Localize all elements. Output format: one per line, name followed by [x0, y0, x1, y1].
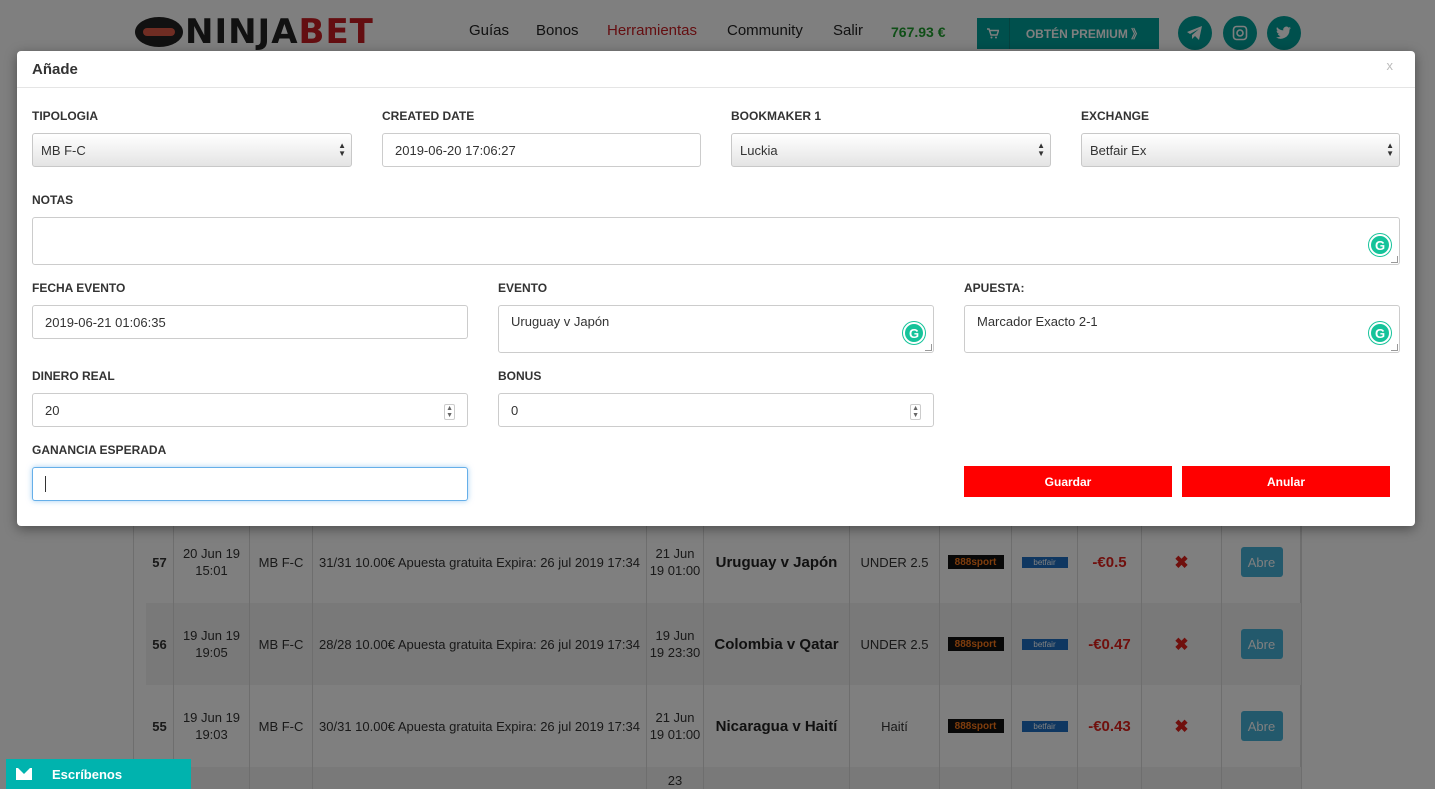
envelope-icon	[16, 768, 32, 780]
select-arrows-icon: ▲ ▼	[1037, 141, 1045, 158]
apuesta-label: APUESTA:	[964, 281, 1025, 295]
spinner-icon[interactable]: ▲ ▼	[910, 404, 921, 420]
grammarly-icon[interactable]: G	[1369, 234, 1391, 256]
spinner-icon[interactable]: ▲ ▼	[444, 404, 455, 420]
select-arrows-icon: ▲ ▼	[338, 141, 346, 158]
evento-label: EVENTO	[498, 281, 548, 295]
notas-label: NOTAS	[32, 193, 74, 207]
created-date-label: CREATED DATE	[382, 109, 475, 123]
tipologia-select[interactable]: MB F-C ▲ ▼	[32, 133, 352, 167]
text-caret	[45, 476, 46, 492]
bookmaker1-label: BOOKMAKER 1	[731, 109, 822, 123]
apuesta-value: Marcador Exacto 2-1	[977, 314, 1098, 329]
grammarly-icon[interactable]: G	[1369, 322, 1391, 344]
evento-value: Uruguay v Japón	[511, 314, 610, 329]
grammarly-icon[interactable]: G	[903, 322, 925, 344]
select-arrows-icon: ▲ ▼	[1386, 141, 1394, 158]
bonus-label: BONUS	[498, 369, 542, 383]
exchange-value: Betfair Ex	[1090, 142, 1147, 158]
tipologia-value: MB F-C	[41, 142, 86, 158]
save-button[interactable]: Guardar	[964, 466, 1172, 497]
created-date-value: 2019-06-20 17:06:27	[395, 142, 516, 158]
bonus-input[interactable]: 0 ▲ ▼	[498, 393, 934, 427]
add-modal: Añade x TIPOLOGIA MB F-C ▲ ▼ CREATED DATE…	[17, 51, 1415, 526]
close-icon[interactable]: x	[1387, 58, 1394, 73]
dinero-real-input[interactable]: 20 ▲ ▼	[32, 393, 468, 427]
exchange-label: EXCHANGE	[1081, 109, 1150, 123]
bonus-value: 0	[511, 402, 519, 418]
created-date-input[interactable]: 2019-06-20 17:06:27	[382, 133, 701, 167]
cancel-button[interactable]: Anular	[1182, 466, 1390, 497]
dinero-real-label: DINERO REAL	[32, 369, 115, 383]
fecha-evento-label: FECHA EVENTO	[32, 281, 126, 295]
chat-label: Escríbenos	[52, 766, 123, 782]
ganancia-input[interactable]	[32, 467, 468, 501]
dinero-real-value: 20	[45, 402, 60, 418]
apuesta-textarea[interactable]: Marcador Exacto 2-1 G	[964, 305, 1400, 353]
notas-textarea[interactable]: G	[32, 217, 1400, 265]
resize-handle-icon[interactable]	[1391, 344, 1398, 351]
bookmaker1-value: Luckia	[740, 142, 778, 158]
resize-handle-icon[interactable]	[1391, 256, 1398, 263]
chat-widget[interactable]: Escríbenos	[6, 759, 191, 789]
modal-title: Añade	[32, 61, 78, 78]
bookmaker1-select[interactable]: Luckia ▲ ▼	[731, 133, 1051, 167]
resize-handle-icon[interactable]	[925, 344, 932, 351]
evento-textarea[interactable]: Uruguay v Japón G	[498, 305, 934, 353]
ganancia-label: GANANCIA ESPERADA	[32, 443, 167, 457]
fecha-evento-input[interactable]: 2019-06-21 01:06:35	[32, 305, 468, 339]
exchange-select[interactable]: Betfair Ex ▲ ▼	[1081, 133, 1400, 167]
modal-header: Añade x	[17, 51, 1415, 88]
fecha-evento-value: 2019-06-21 01:06:35	[45, 314, 166, 330]
tipologia-label: TIPOLOGIA	[32, 109, 98, 123]
